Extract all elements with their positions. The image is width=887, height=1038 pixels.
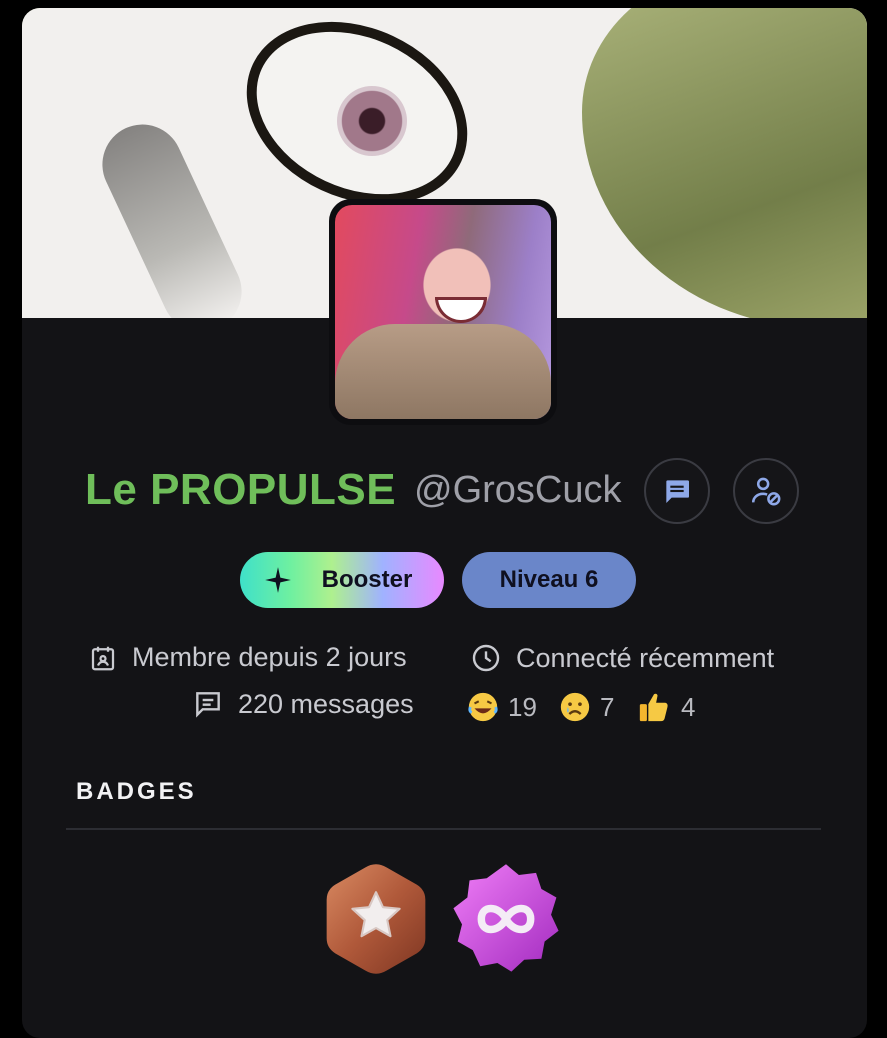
badge-infinity[interactable] (447, 860, 565, 978)
badges-heading: BADGES (76, 778, 197, 805)
booster-tag[interactable]: Booster (240, 552, 444, 608)
level-tag[interactable]: Niveau 6 (462, 552, 636, 608)
reaction-laugh: 19 (466, 690, 537, 724)
last-seen: Connecté récemment (470, 642, 774, 674)
infinity-badge (453, 864, 559, 972)
send-message-button[interactable] (644, 458, 710, 524)
star-hexagon-badge (326, 864, 426, 974)
message-count: 220 messages (192, 688, 414, 720)
thumbs-up-emoji (639, 693, 668, 722)
profile-header: Le PROPULSE @GrosCuck (0, 455, 887, 525)
booster-label: Booster (321, 566, 413, 593)
username-handle: @GrosCuck (414, 469, 622, 511)
clock-icon (470, 642, 502, 674)
reaction-thumbs-up: 4 (637, 690, 695, 724)
chat-icon (192, 688, 224, 720)
last-seen-text: Connecté récemment (516, 642, 775, 673)
user-block-icon (751, 477, 781, 506)
message-count-text: 220 messages (238, 688, 414, 719)
section-divider (66, 828, 821, 830)
avatar[interactable] (329, 199, 557, 425)
level-label: Niveau 6 (499, 566, 599, 593)
sparkle-icon (265, 567, 291, 593)
display-name: Le PROPULSE (85, 465, 397, 514)
message-icon (666, 480, 689, 503)
reaction-cry-count: 7 (600, 691, 615, 722)
block-user-button[interactable] (733, 458, 799, 524)
member-since-text: Membre depuis 2 jours (132, 642, 407, 672)
calendar-icon (88, 643, 118, 673)
member-since: Membre depuis 2 jours (88, 642, 407, 673)
laughing-emoji (468, 692, 498, 722)
reaction-laugh-count: 19 (508, 691, 537, 722)
crying-emoji (560, 692, 590, 722)
reaction-cry: 7 (558, 690, 614, 724)
badge-star[interactable] (322, 860, 430, 978)
reaction-thumbs-up-count: 4 (681, 691, 696, 722)
